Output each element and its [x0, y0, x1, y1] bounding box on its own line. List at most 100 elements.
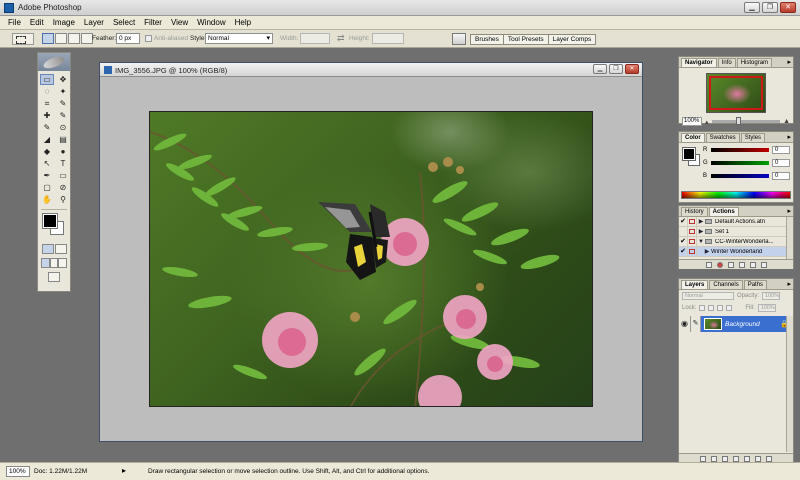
- stop-icon[interactable]: [705, 261, 712, 268]
- navigator-zoom-slider[interactable]: [711, 117, 781, 125]
- subtract-from-selection-button[interactable]: [68, 33, 80, 44]
- feather-input[interactable]: 0 px: [116, 33, 140, 44]
- tab-layers[interactable]: Layers: [681, 280, 709, 289]
- panel-menu-icon[interactable]: ▸: [787, 280, 791, 288]
- layer-mask-icon[interactable]: [722, 455, 728, 462]
- layers-scrollbar[interactable]: [786, 316, 793, 452]
- new-layer-icon[interactable]: [755, 455, 761, 462]
- document-minimize-button[interactable]: ▁: [593, 64, 607, 74]
- tab-info[interactable]: Info: [717, 58, 736, 67]
- action-winter-wonderland[interactable]: ✔ ▶ Winter Wonderland: [679, 247, 786, 257]
- action-set-cc-winter[interactable]: ✔ ▼ CC-WinterWonderla...: [679, 237, 786, 247]
- action-set-default[interactable]: ✔ ▶ Default Actions.atn: [679, 217, 786, 227]
- tab-history[interactable]: History: [681, 207, 708, 216]
- tab-channels[interactable]: Channels: [709, 280, 743, 289]
- standard-mode-button[interactable]: [41, 244, 54, 254]
- trash-icon[interactable]: [766, 455, 772, 462]
- tab-swatches[interactable]: Swatches: [705, 133, 740, 142]
- slice-tool-icon[interactable]: ✎: [56, 98, 70, 109]
- foreground-color-swatch[interactable]: [42, 213, 58, 229]
- dialog-toggle-icon[interactable]: [688, 217, 697, 226]
- new-selection-button[interactable]: [42, 33, 54, 44]
- green-value-input[interactable]: 0: [772, 159, 790, 167]
- layer-background[interactable]: ◉ ✎ Background 🔒: [679, 316, 793, 332]
- tab-actions[interactable]: Actions: [708, 207, 739, 216]
- marquee-tool-icon[interactable]: ▭: [40, 74, 54, 85]
- layer-style-icon[interactable]: [711, 455, 717, 462]
- brush-tool-icon[interactable]: ✎: [56, 110, 70, 121]
- move-tool-icon[interactable]: ✥: [56, 74, 70, 85]
- zoom-slider-knob[interactable]: [735, 117, 741, 125]
- pen-tool-icon[interactable]: ✒: [40, 170, 54, 181]
- crop-tool-icon[interactable]: ⌗: [40, 98, 54, 109]
- tab-histogram[interactable]: Histogram: [736, 58, 773, 67]
- anti-aliased-checkbox[interactable]: [145, 35, 152, 42]
- document-maximize-button[interactable]: ❐: [609, 64, 623, 74]
- panel-menu-icon[interactable]: ▸: [787, 207, 791, 215]
- status-zoom-input[interactable]: 100%: [6, 466, 30, 477]
- eraser-tool-icon[interactable]: ◢: [40, 134, 54, 145]
- width-input[interactable]: [300, 33, 330, 44]
- expand-triangle-icon[interactable]: ▶: [697, 218, 705, 225]
- dialog-toggle-icon[interactable]: [688, 237, 697, 246]
- opacity-input[interactable]: 100%: [762, 292, 781, 300]
- dialog-toggle-icon[interactable]: [688, 227, 697, 236]
- new-set-icon[interactable]: [733, 455, 739, 462]
- tab-color[interactable]: Color: [681, 133, 705, 142]
- dodge-tool-icon[interactable]: ●: [56, 146, 70, 157]
- expand-triangle-icon[interactable]: ▶: [697, 228, 705, 235]
- close-button[interactable]: ✕: [780, 2, 796, 13]
- history-brush-tool-icon[interactable]: ⊙: [56, 122, 70, 133]
- doc-size-info[interactable]: Doc: 1.22M/1.22M: [34, 468, 87, 475]
- height-input[interactable]: [372, 33, 404, 44]
- zoom-in-icon[interactable]: ▲: [783, 118, 790, 125]
- menu-file[interactable]: File: [4, 16, 26, 29]
- blue-slider[interactable]: [711, 174, 769, 178]
- menu-help[interactable]: Help: [231, 16, 256, 29]
- quick-mask-mode-button[interactable]: [54, 244, 67, 254]
- shape-tool-icon[interactable]: ▭: [56, 170, 70, 181]
- menu-layer[interactable]: Layer: [80, 16, 109, 29]
- document-title-bar[interactable]: IMG_3556.JPG @ 100% (RGB/8) ▁ ❐ ✕: [100, 63, 642, 77]
- status-menu-arrow-icon[interactable]: ▸: [122, 466, 126, 475]
- trash-icon[interactable]: [760, 261, 767, 268]
- green-slider[interactable]: [711, 161, 769, 165]
- tab-navigator[interactable]: Navigator: [681, 58, 717, 67]
- navigator-view-box[interactable]: [709, 76, 763, 110]
- healing-brush-tool-icon[interactable]: ✚: [40, 110, 54, 121]
- document-close-button[interactable]: ✕: [625, 64, 639, 74]
- full-screen-menu-mode-button[interactable]: [49, 258, 59, 268]
- path-selection-tool-icon[interactable]: ↖: [40, 158, 54, 169]
- adjustment-layer-icon[interactable]: [744, 455, 750, 462]
- menu-window[interactable]: Window: [193, 16, 230, 29]
- eye-icon[interactable]: ◉: [679, 316, 691, 332]
- zoom-out-icon[interactable]: ▴: [705, 118, 709, 126]
- blur-tool-icon[interactable]: ◆: [40, 146, 54, 157]
- menu-image[interactable]: Image: [49, 16, 80, 29]
- blue-value-input[interactable]: 0: [772, 172, 790, 180]
- notes-tool-icon[interactable]: ▢: [40, 182, 54, 193]
- lock-all-icon[interactable]: [726, 305, 733, 311]
- tool-preset-picker[interactable]: [12, 33, 34, 45]
- lock-transparent-icon[interactable]: [699, 305, 706, 311]
- toolbox-header[interactable]: [38, 53, 70, 71]
- red-value-input[interactable]: 0: [772, 146, 790, 154]
- color-fg-swatch[interactable]: [682, 147, 696, 161]
- panel-menu-icon[interactable]: ▸: [787, 133, 791, 141]
- collapse-triangle-icon[interactable]: ▼: [697, 239, 705, 245]
- jump-to-imageready-button[interactable]: [48, 272, 60, 282]
- minimize-button[interactable]: ▁: [744, 2, 760, 13]
- style-select[interactable]: Normal: [205, 33, 273, 44]
- maximize-button[interactable]: ❐: [762, 2, 778, 13]
- action-set-1[interactable]: ▶ Set 1: [679, 227, 786, 237]
- lock-position-icon[interactable]: [717, 305, 724, 311]
- zoom-tool-icon[interactable]: ⚲: [56, 194, 70, 205]
- palette-well-icon[interactable]: [452, 33, 466, 45]
- actions-scrollbar[interactable]: [786, 217, 793, 259]
- navigator-zoom-input[interactable]: 100%: [682, 117, 702, 126]
- standard-screen-mode-button[interactable]: [41, 258, 50, 268]
- new-action-icon[interactable]: [749, 261, 756, 268]
- add-to-selection-button[interactable]: [55, 33, 67, 44]
- tab-paths[interactable]: Paths: [743, 280, 768, 289]
- clone-stamp-tool-icon[interactable]: ✎: [40, 122, 54, 133]
